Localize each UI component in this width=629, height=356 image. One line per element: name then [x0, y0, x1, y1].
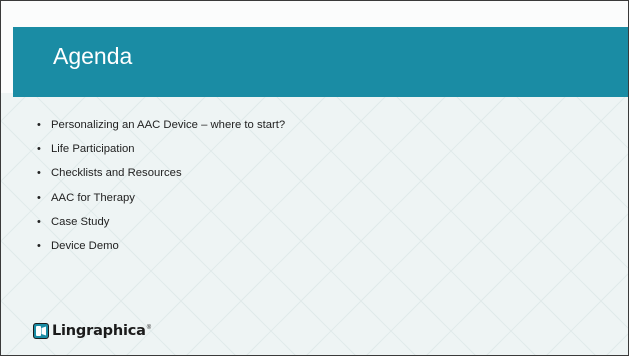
- bullet-icon: •: [37, 167, 41, 180]
- agenda-item-text: Personalizing an AAC Device – where to s…: [51, 119, 286, 131]
- lingraphica-logo-icon: [33, 323, 49, 339]
- title-band: Agenda: [13, 27, 628, 97]
- lingraphica-logo: Lingraphica ®: [33, 322, 151, 340]
- agenda-item-text: Life Participation: [51, 143, 135, 156]
- list-item: • Life Participation: [37, 143, 285, 167]
- bullet-icon: •: [37, 239, 41, 252]
- slide: Agenda • Personalizing an AAC Device – wh…: [0, 0, 629, 356]
- agenda-list: • Personalizing an AAC Device – where to …: [37, 119, 285, 264]
- list-item: • Case Study: [37, 216, 285, 240]
- agenda-item-text: Case Study: [51, 215, 110, 228]
- agenda-item-text: AAC for Therapy: [51, 191, 135, 204]
- agenda-item-text: Device Demo: [51, 239, 119, 252]
- registered-mark: ®: [146, 325, 152, 331]
- slide-title: Agenda: [53, 43, 133, 69]
- list-item: • Personalizing an AAC Device – where to …: [37, 119, 285, 143]
- list-item: • Checklists and Resources: [37, 167, 285, 191]
- list-item: • AAC for Therapy: [37, 192, 285, 216]
- bullet-icon: •: [37, 119, 41, 131]
- bullet-icon: •: [37, 191, 41, 204]
- agenda-item-text: Checklists and Resources: [51, 167, 182, 180]
- list-item: • Device Demo: [37, 240, 285, 264]
- logo-wordmark: Lingraphica: [52, 323, 146, 339]
- bullet-icon: •: [37, 215, 41, 228]
- bullet-icon: •: [37, 143, 41, 156]
